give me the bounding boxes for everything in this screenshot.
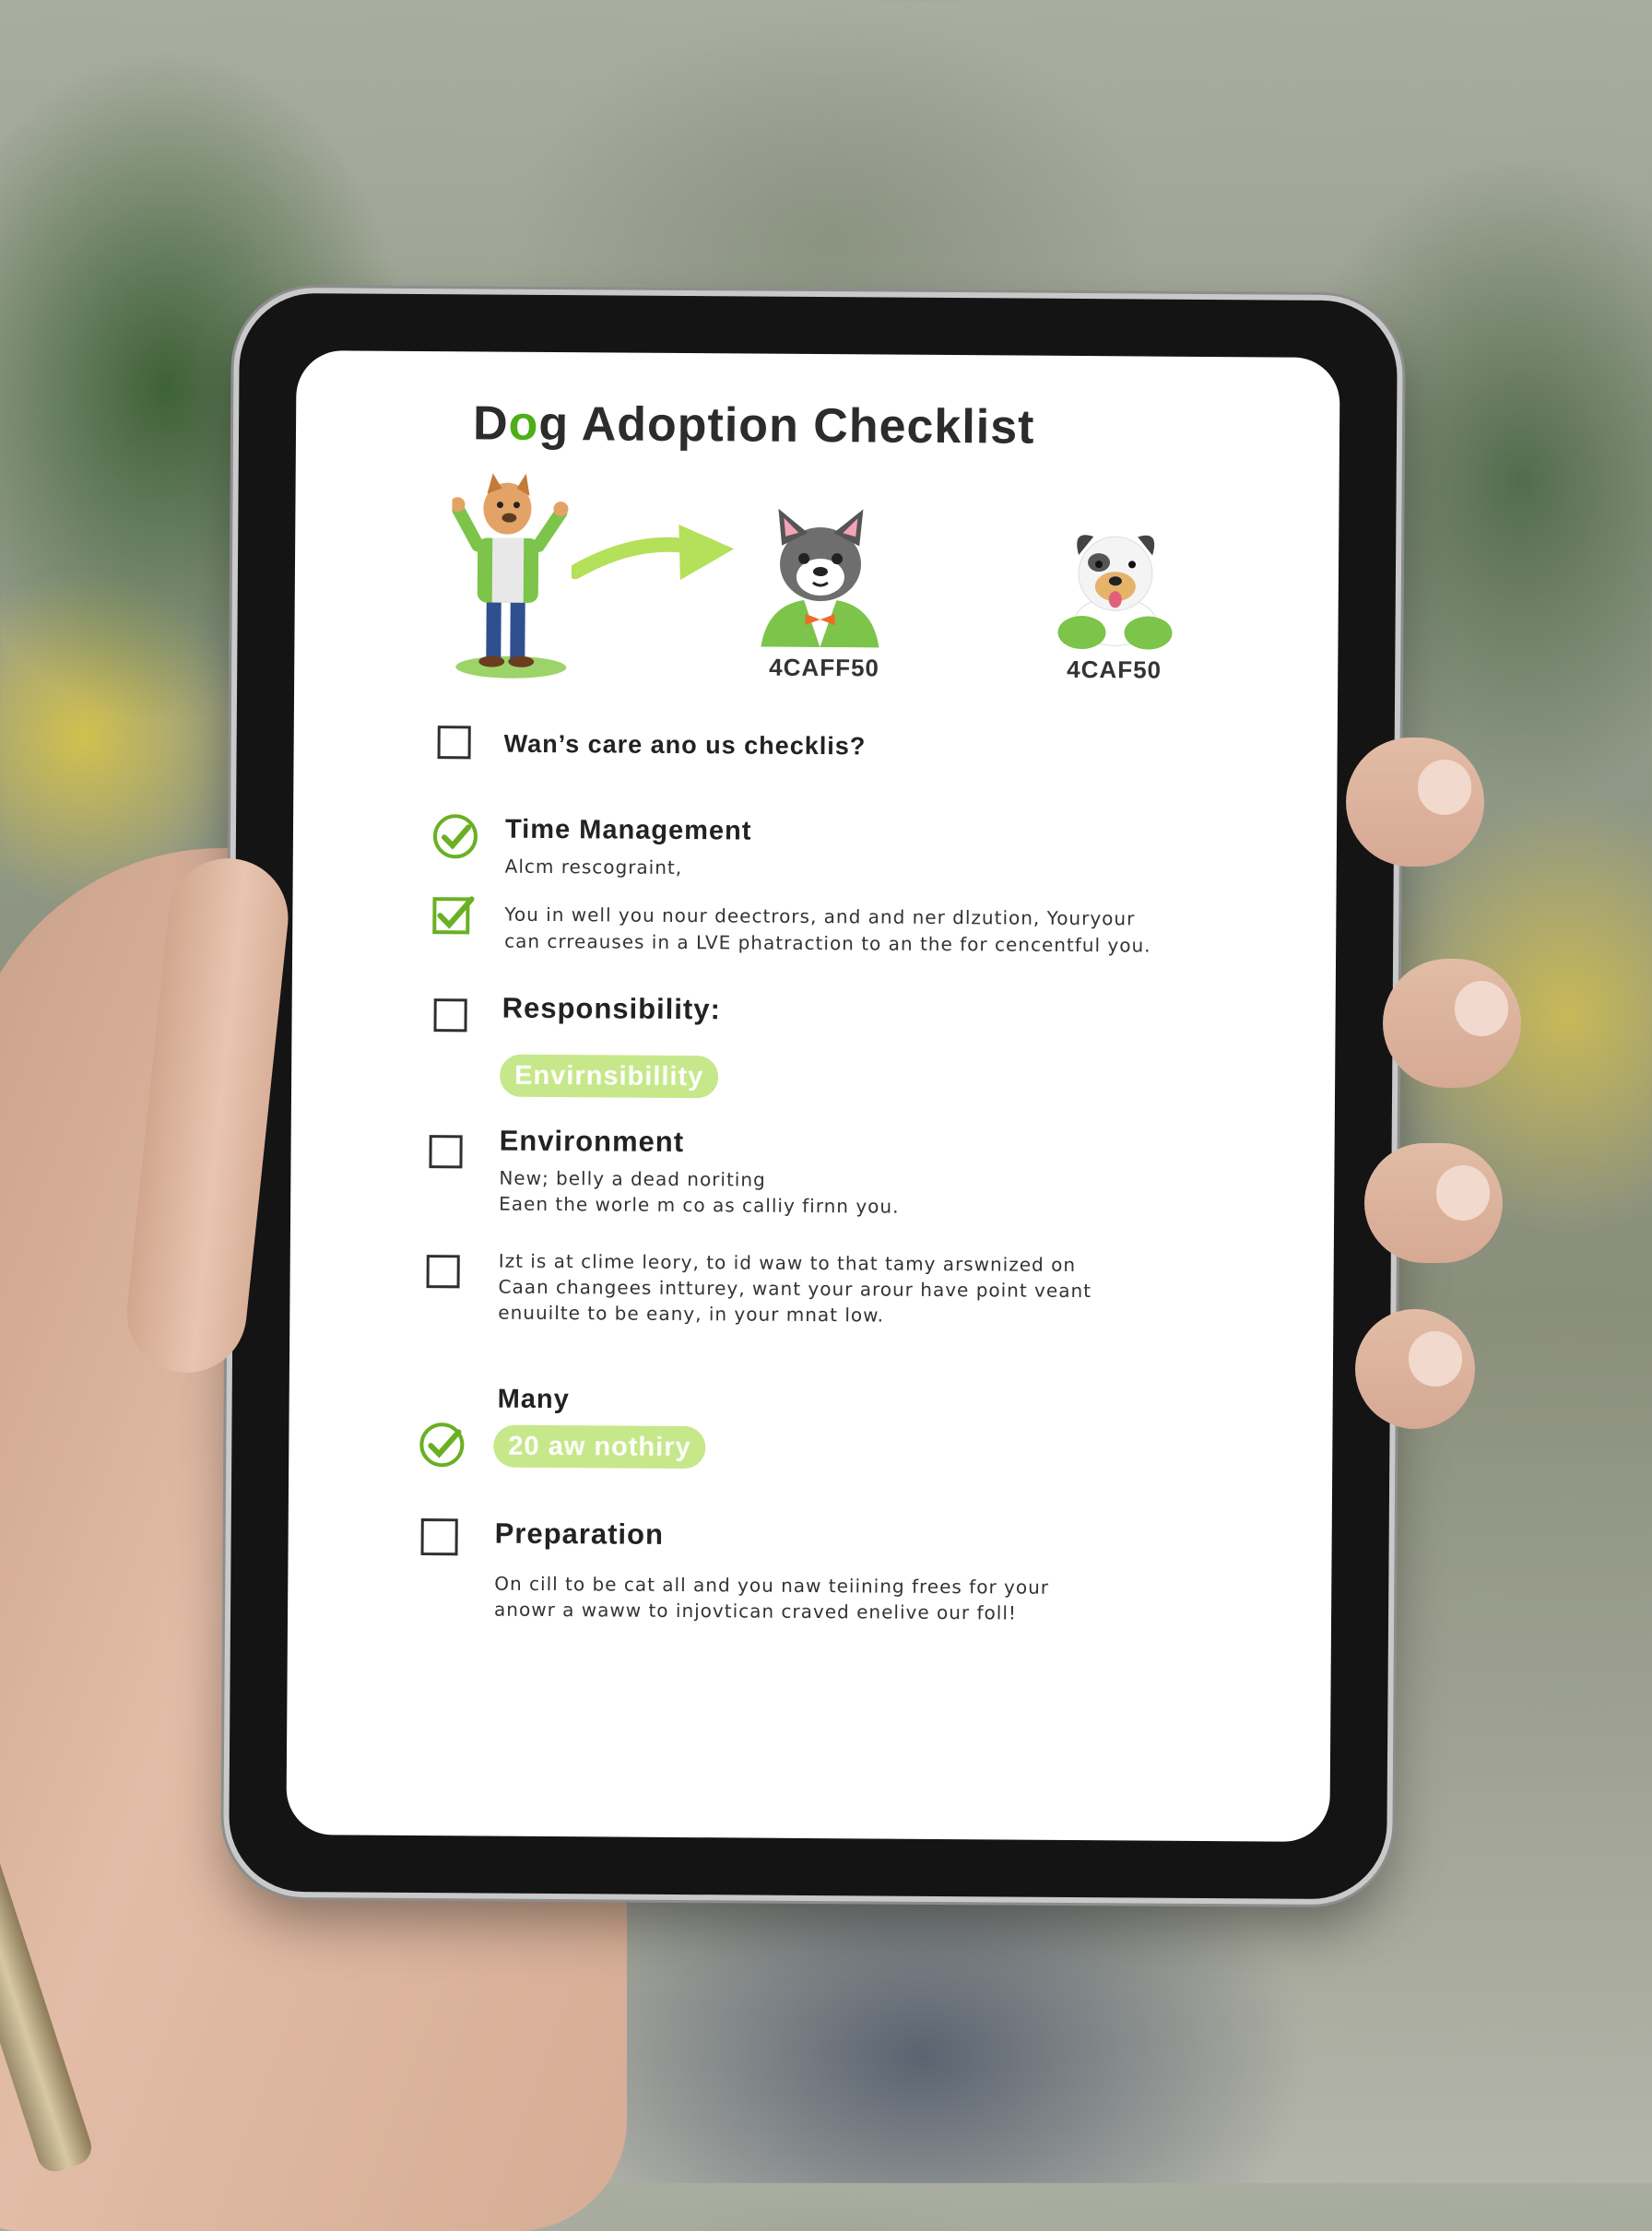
fingernail xyxy=(1418,760,1471,815)
environment-title: Environment xyxy=(499,1124,685,1159)
extra-line3: enuuilte to be eany, in your mnat low. xyxy=(498,1301,885,1327)
extra-line2: Caan changees intturey, want your arour … xyxy=(498,1275,1092,1303)
white-dog-icon xyxy=(1057,535,1173,650)
page-title: Dog Adoption Checklist xyxy=(472,396,1035,454)
extra-checkbox[interactable] xyxy=(426,1255,460,1289)
tablet-screen: Dog Adoption Checklist 4CAFF50 4CAF50 Wa… xyxy=(286,350,1340,1842)
many-title: Many xyxy=(497,1384,570,1415)
responsibility-pill[interactable]: Envirnsibillity xyxy=(499,1054,719,1099)
extra-line1: Izt is at clime leory, to id waw to that… xyxy=(498,1249,1077,1276)
responsibility-title: Responsibility: xyxy=(502,991,721,1026)
person-with-dog-head-icon xyxy=(451,473,569,679)
gray-dog-label: 4CAFF50 xyxy=(769,653,880,682)
fingernail xyxy=(1436,1165,1490,1221)
many-pill[interactable]: 20 aw nothiry xyxy=(493,1424,706,1470)
time-management-note-line2: can crreauses in a LVE phatraction to an… xyxy=(504,929,1151,957)
fingernail xyxy=(1409,1331,1462,1387)
preparation-checkbox[interactable] xyxy=(420,1518,458,1556)
time-management-subtitle: Alcm rescograint, xyxy=(504,855,683,879)
finger-pinky xyxy=(1355,1309,1475,1429)
preparation-line2: anowr a waww to injovtican craved eneliv… xyxy=(494,1598,1018,1624)
environment-line2: Eaen the worle m co as calliy firnn you. xyxy=(499,1192,900,1218)
environment-line1: New; belly a dead noriting xyxy=(499,1166,766,1191)
white-dog-label: 4CAF50 xyxy=(1067,655,1162,684)
preparation-line1: On cill to be cat all and you naw teiini… xyxy=(494,1572,1050,1599)
time-management-check-icon[interactable] xyxy=(431,812,479,860)
gray-dog-icon xyxy=(761,508,879,648)
finger-ring xyxy=(1364,1143,1503,1263)
responsibility-checkbox[interactable] xyxy=(433,998,467,1033)
time-management-title: Time Management xyxy=(504,814,752,846)
finger-middle xyxy=(1383,959,1521,1088)
tablet-device: Dog Adoption Checklist 4CAFF50 4CAF50 Wa… xyxy=(228,292,1398,1900)
intro-checkbox[interactable] xyxy=(437,726,471,760)
environment-checkbox[interactable] xyxy=(429,1135,463,1169)
many-check-icon[interactable] xyxy=(418,1421,466,1469)
arrow-right-icon xyxy=(571,524,735,580)
time-management-note-check-icon[interactable] xyxy=(429,890,477,938)
fingernail xyxy=(1455,981,1508,1036)
time-management-note-line1: You in well you nour deectrors, and and … xyxy=(504,903,1136,930)
preparation-title: Preparation xyxy=(494,1517,665,1551)
intro-question: Wan’s care ano us checklis? xyxy=(503,729,867,761)
finger-index xyxy=(1346,738,1484,867)
